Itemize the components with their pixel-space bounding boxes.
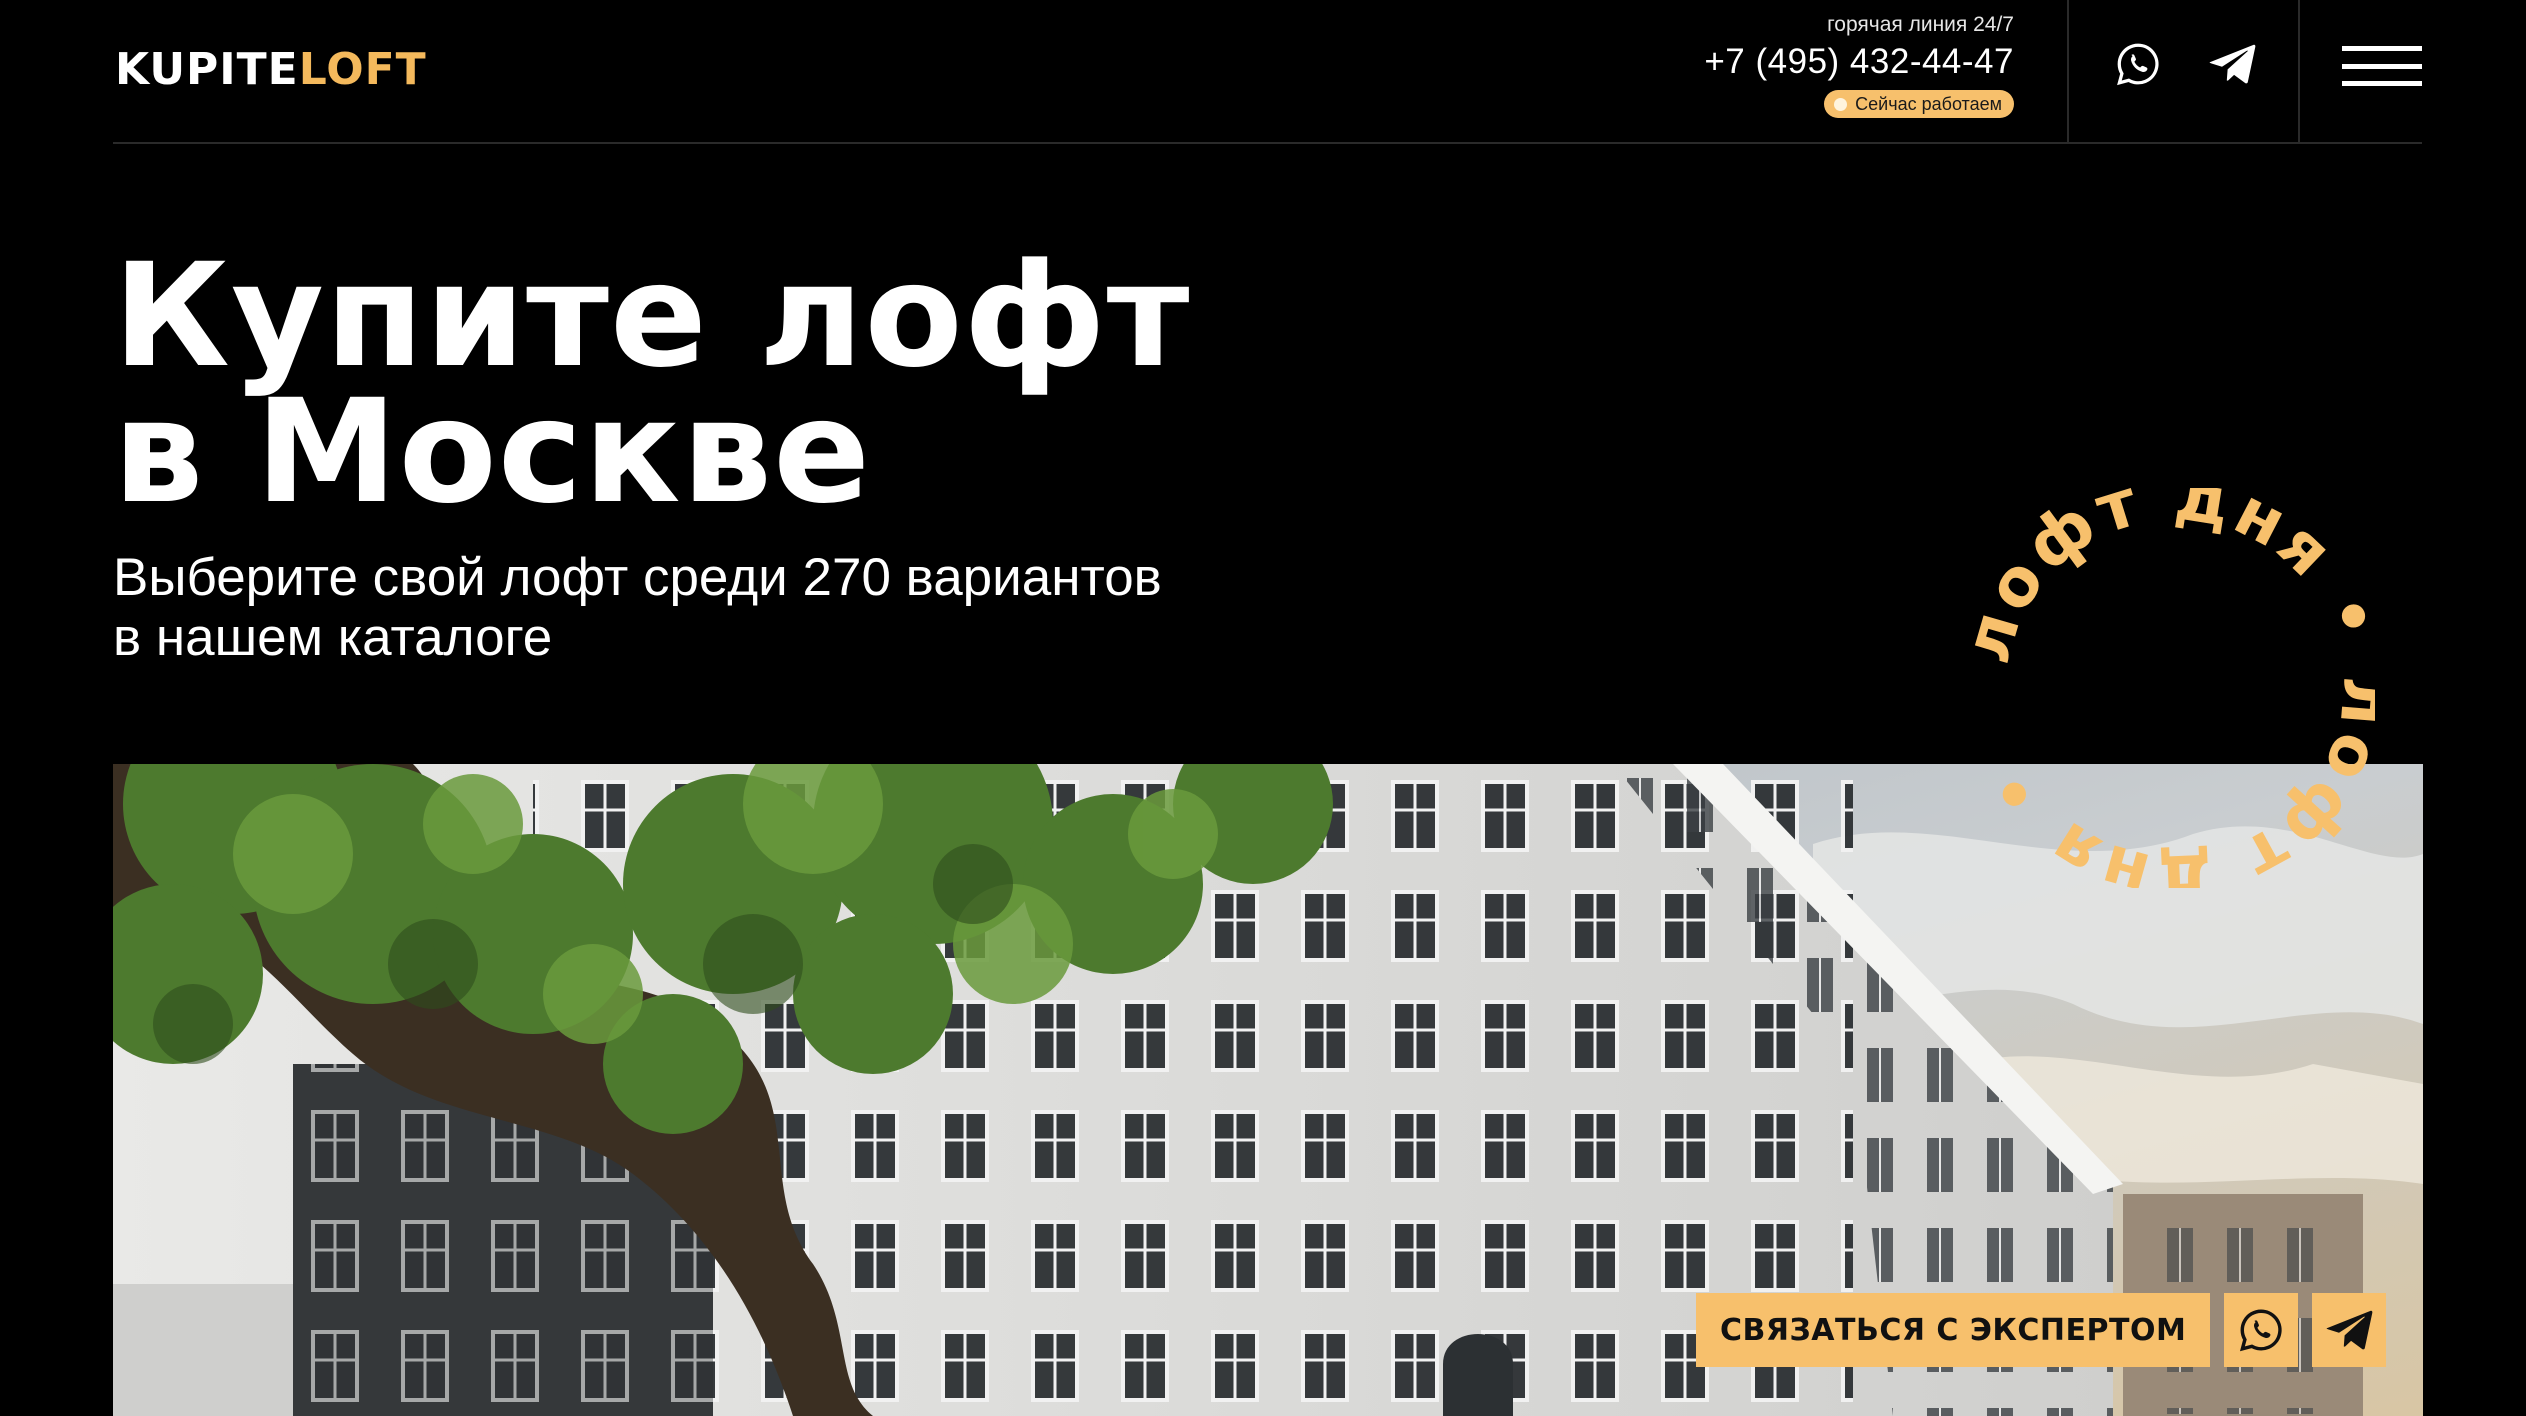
badge-text: лофт дня • лофт дня •	[1948, 457, 2402, 918]
telegram-button[interactable]	[2206, 38, 2258, 90]
whatsapp-icon	[2117, 43, 2159, 86]
subtitle-line: в нашем каталоге	[113, 608, 553, 667]
menu-icon-line	[2342, 81, 2422, 86]
status-dot-icon	[1834, 97, 1848, 111]
title-line: Купите лофт	[113, 232, 1191, 399]
logo-text-part1: KUPITE	[115, 44, 299, 95]
loft-of-the-day-badge[interactable]: лофт дня • лофт дня •	[1948, 457, 2402, 918]
divider	[2067, 0, 2069, 144]
telegram-icon	[2326, 1310, 2373, 1350]
menu-icon-line	[2342, 63, 2422, 69]
subtitle-line: Выберите свой лофт среди 270 вариантов	[113, 548, 1162, 607]
site-header: KUPITELOFT горячая линия 24/7 +7 (495) 4…	[113, 0, 2422, 144]
page: KUPITELOFT горячая линия 24/7 +7 (495) 4…	[0, 0, 2526, 1416]
page-title: Купите лофт в Москве	[113, 232, 1191, 535]
contact-block: горячая линия 24/7 +7 (495) 432-44-47 Се…	[1594, 12, 2014, 118]
circular-text-badge: лофт дня • лофт дня •	[1948, 457, 2402, 918]
title-line: в Москве	[113, 368, 872, 535]
cta-telegram-button[interactable]	[2312, 1293, 2387, 1367]
status-text: Сейчас работаем	[1855, 94, 2002, 114]
menu-icon-line	[2342, 46, 2422, 51]
hotline-label: горячая линия 24/7	[1827, 13, 2014, 36]
telegram-icon	[2209, 44, 2256, 84]
divider	[2298, 0, 2300, 144]
whatsapp-button[interactable]	[2112, 38, 2164, 90]
logo-text-part2: LOFT	[298, 44, 427, 95]
contact-expert-button[interactable]: СВЯЗАТЬСЯ С ЭКСПЕРТОМ	[1696, 1293, 2211, 1367]
svg-text:лофт дня • лофт дня •: лофт дня • лофт дня •	[1975, 488, 2375, 888]
page-subtitle: Выберите свой лофт среди 270 вариантов в…	[113, 548, 1162, 668]
whatsapp-icon	[2240, 1309, 2282, 1352]
phone-link[interactable]: +7 (495) 432-44-47	[1594, 38, 2014, 86]
status-badge: Сейчас работаем	[1824, 90, 2014, 118]
logo[interactable]: KUPITELOFT	[115, 44, 427, 95]
cta-group: СВЯЗАТЬСЯ С ЭКСПЕРТОМ	[1696, 1293, 2387, 1367]
menu-button[interactable]	[2342, 46, 2422, 86]
cta-whatsapp-button[interactable]	[2224, 1293, 2299, 1367]
